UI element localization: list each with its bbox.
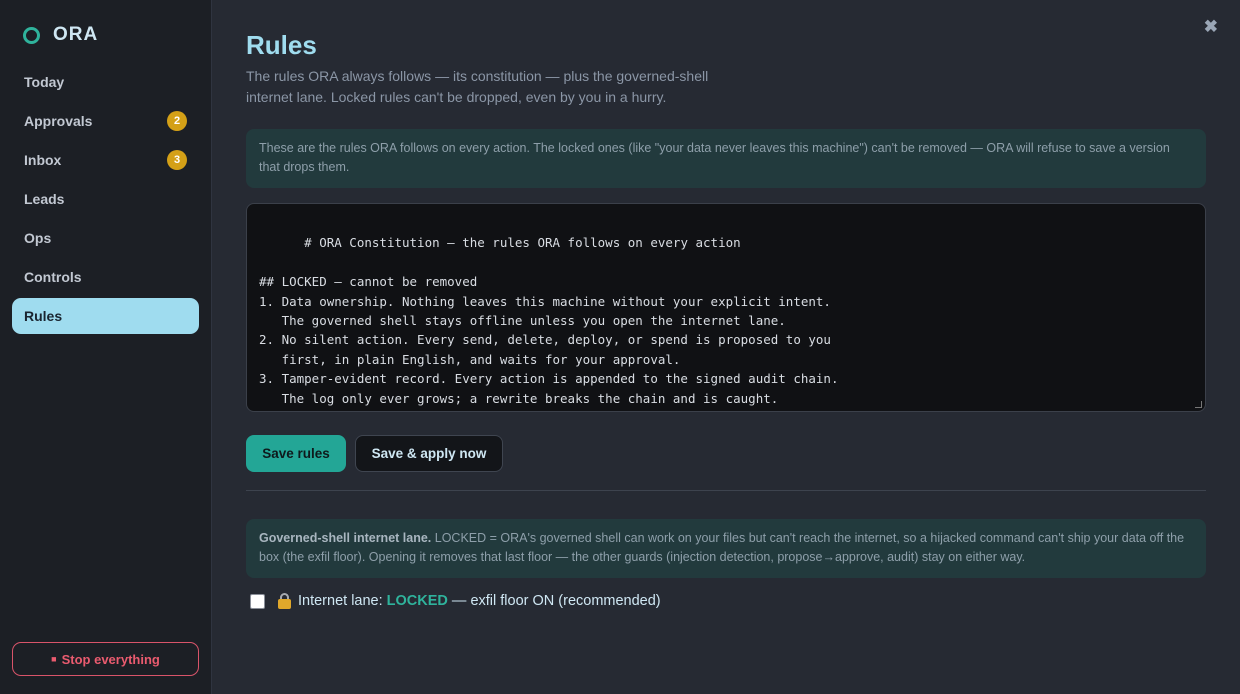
rules-info-banner: These are the rules ORA follows on every… [246, 129, 1206, 188]
internet-lane-info-banner: Governed-shell internet lane. LOCKED = O… [246, 519, 1206, 578]
save-rules-button[interactable]: Save rules [246, 435, 346, 472]
sidebar-item-label: Inbox [24, 152, 62, 168]
internet-lane-state: LOCKED [386, 593, 448, 609]
inbox-count-badge: 3 [167, 150, 187, 170]
approvals-count-badge: 2 [167, 111, 187, 131]
sidebar-nav: Today Approvals 2 Inbox 3 Leads Ops Cont… [12, 64, 199, 337]
save-apply-now-button[interactable]: Save & apply now [355, 435, 503, 472]
stop-everything-button[interactable]: ■ Stop everything [12, 642, 199, 676]
lock-icon [278, 593, 291, 609]
sidebar-item-leads[interactable]: Leads [12, 181, 199, 217]
internet-lane-label-prefix: Internet lane: [298, 593, 387, 609]
sidebar-item-label: Leads [24, 191, 65, 207]
sidebar-item-inbox[interactable]: Inbox 3 [12, 142, 199, 178]
sidebar-item-controls[interactable]: Controls [12, 259, 199, 295]
page-subtitle: The rules ORA always follows — its const… [246, 68, 709, 105]
resize-handle-icon[interactable] [1195, 401, 1202, 408]
sidebar: ORA Today Approvals 2 Inbox 3 Leads Ops … [0, 0, 212, 694]
brand: ORA [23, 24, 98, 46]
stop-square-icon: ■ [51, 654, 57, 664]
main-panel: ✖ Rules The rules ORA always follows — i… [212, 0, 1240, 694]
sidebar-item-rules[interactable]: Rules [12, 298, 199, 334]
constitution-editor[interactable]: # ORA Constitution — the rules ORA follo… [246, 203, 1206, 412]
sidebar-item-label: Rules [24, 308, 63, 324]
internet-lane-checkbox[interactable] [250, 593, 265, 609]
stop-everything-label: Stop everything [61, 651, 160, 667]
sidebar-item-approvals[interactable]: Approvals 2 [12, 103, 199, 139]
close-icon[interactable]: ✖ [1204, 17, 1218, 37]
sidebar-item-label: Ops [24, 230, 52, 246]
internet-lane-label-suffix: — exfil floor ON (recommended) [447, 593, 661, 609]
sidebar-item-ops[interactable]: Ops [12, 220, 199, 256]
section-divider [246, 490, 1206, 491]
sidebar-item-label: Controls [24, 269, 82, 285]
constitution-text: # ORA Constitution — the rules ORA follo… [259, 235, 869, 411]
internet-lane-heading: Governed-shell internet lane. [259, 531, 432, 545]
ora-logo-icon [23, 26, 40, 44]
sidebar-item-today[interactable]: Today [12, 64, 199, 100]
sidebar-item-label: Today [24, 74, 65, 90]
app-root: ORA Today Approvals 2 Inbox 3 Leads Ops … [0, 0, 1240, 694]
sidebar-item-label: Approvals [24, 113, 93, 129]
brand-name: ORA [53, 24, 99, 45]
page-title: Rules [246, 30, 317, 60]
internet-lane-toggle[interactable]: Internet lane: LOCKED — exfil floor ON (… [250, 593, 661, 609]
